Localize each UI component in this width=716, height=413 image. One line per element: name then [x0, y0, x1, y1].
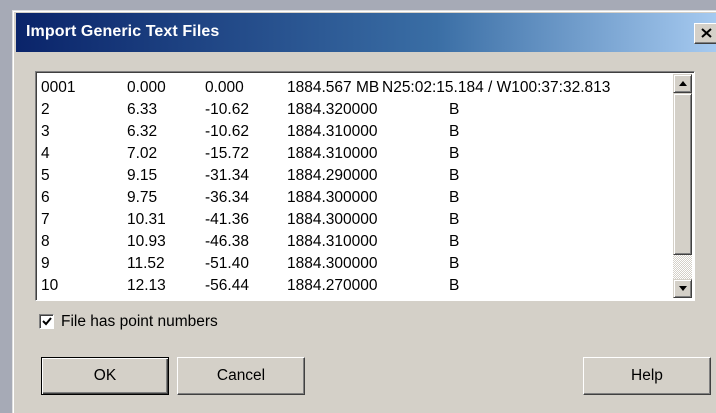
list-item[interactable]: 7 10.31 -41.36 1884.300000 B: [41, 210, 672, 232]
list-cell: B: [449, 101, 460, 118]
arrow-down-icon: [679, 286, 687, 291]
list-item[interactable]: 6 9.75 -36.34 1884.300000 B: [41, 188, 672, 210]
close-button[interactable]: [694, 23, 716, 44]
list-cell: 7: [41, 211, 50, 228]
list-item[interactable]: 4 7.02 -15.72 1884.310000 B: [41, 144, 672, 166]
list-cell: -10.62: [205, 101, 249, 118]
list-cell: 0.000: [127, 79, 166, 96]
list-cell: 1884.300000: [287, 189, 378, 206]
list-cell: -56.44: [205, 277, 249, 294]
list-cell: 4: [41, 145, 50, 162]
list-cell: B: [449, 211, 460, 228]
list-cell: B: [449, 167, 460, 184]
list-cell: -15.72: [205, 145, 249, 162]
list-rows: 0001 0.000 0.000 1884.567 MB N25:02:15.184 /…: [41, 78, 672, 298]
list-cell: 6.32: [127, 123, 158, 140]
list-cell: 0.000: [205, 79, 244, 96]
help-label: Help: [631, 367, 663, 384]
file-preview-list[interactable]: 0001 0.000 0.000 1884.567 MB N25:02:15.184 /…: [35, 71, 695, 301]
list-cell: 9.75: [127, 189, 158, 206]
scroll-thumb[interactable]: [673, 93, 692, 255]
cancel-button[interactable]: Cancel: [177, 357, 305, 395]
list-cell: N25:02:15.184 / W100:37:32.813: [382, 79, 611, 96]
point-numbers-label: File has point numbers: [61, 313, 218, 330]
scroll-up-button[interactable]: [673, 74, 692, 93]
list-cell: B: [449, 189, 460, 206]
list-cell: 10.31: [127, 211, 166, 228]
list-cell: 1884.300000: [287, 211, 378, 228]
list-cell: 2: [41, 101, 50, 118]
point-numbers-checkbox[interactable]: [39, 314, 54, 329]
list-cell: 8: [41, 233, 50, 250]
list-item[interactable]: 8 10.93 -46.38 1884.310000 B: [41, 232, 672, 254]
vertical-scrollbar[interactable]: [673, 74, 692, 298]
list-cell: 11.52: [127, 255, 165, 272]
checkmark-icon: [42, 317, 52, 326]
title-bar[interactable]: Import Generic Text Files: [16, 13, 716, 52]
list-cell: B: [449, 277, 460, 294]
import-dialog: Import Generic Text Files 0001 0.000 0.000…: [12, 10, 716, 413]
list-cell: 6: [41, 189, 50, 206]
list-item[interactable]: 5 9.15 -31.34 1884.290000 B: [41, 166, 672, 188]
list-cell: 1884.320000: [287, 101, 378, 118]
list-cell: -41.36: [205, 211, 249, 228]
arrow-up-icon: [679, 81, 687, 86]
ok-label: OK: [93, 367, 117, 384]
list-item[interactable]: 9 11.52 -51.40 1884.300000 B: [41, 254, 672, 276]
list-cell: -46.38: [205, 233, 249, 250]
list-cell: 6.33: [127, 101, 158, 118]
list-cell: 1884.310000: [287, 233, 378, 250]
list-cell: -51.40: [205, 255, 249, 272]
list-cell: 9.15: [127, 167, 158, 184]
ok-button[interactable]: OK: [41, 357, 169, 395]
list-item[interactable]: 10 12.13 -56.44 1884.270000 B: [41, 276, 672, 298]
list-cell: 0001: [41, 79, 76, 96]
list-cell: B: [449, 123, 460, 140]
list-cell: 1884.290000: [287, 167, 378, 184]
list-cell: -36.34: [205, 189, 249, 206]
list-cell: 10.93: [127, 233, 166, 250]
help-button[interactable]: Help: [583, 357, 711, 395]
list-cell: -10.62: [205, 123, 249, 140]
list-cell: 1884.310000: [287, 123, 378, 140]
list-cell: 9: [41, 255, 50, 272]
list-cell: -31.34: [205, 167, 249, 184]
cancel-label: Cancel: [216, 367, 266, 384]
list-cell: 1884.310000: [287, 145, 378, 162]
list-cell: 7.02: [127, 145, 158, 162]
scroll-down-button[interactable]: [673, 279, 692, 298]
list-item[interactable]: 2 6.33 -10.62 1884.320000 B: [41, 100, 672, 122]
list-cell: B: [449, 255, 460, 272]
list-cell: 1884.567 MB: [287, 79, 380, 96]
list-cell: B: [449, 233, 460, 250]
dialog-title: Import Generic Text Files: [26, 23, 220, 40]
close-icon: [701, 28, 712, 38]
list-cell: 3: [41, 123, 50, 140]
list-cell: 1884.270000: [287, 277, 378, 294]
list-cell: 10: [41, 277, 59, 294]
list-cell: 5: [41, 167, 50, 184]
list-item[interactable]: 3 6.32 -10.62 1884.310000 B: [41, 122, 672, 144]
list-cell: B: [449, 145, 460, 162]
list-cell: 1884.300000: [287, 255, 378, 272]
list-cell: 12.13: [127, 277, 166, 294]
list-item[interactable]: 0001 0.000 0.000 1884.567 MB N25:02:15.184 /…: [41, 78, 672, 100]
